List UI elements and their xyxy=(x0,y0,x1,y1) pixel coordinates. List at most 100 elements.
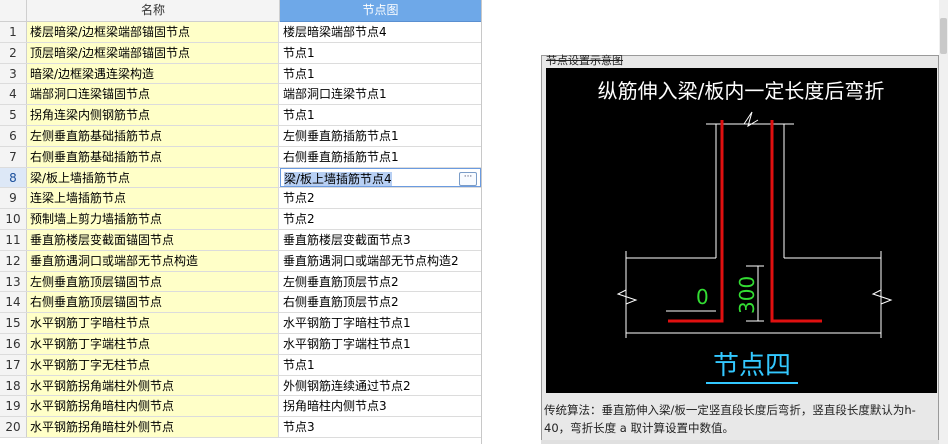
cell-name[interactable]: 楼层暗梁/边框梁端部锚固节点 xyxy=(27,22,279,42)
node-settings-table: 名称 节点图 1 楼层暗梁/边框梁端部锚固节点 楼层暗梁端部节点4 2 顶层暗梁/边框梁… xyxy=(0,0,482,444)
cell-name[interactable]: 端部洞口连梁锚固节点 xyxy=(27,84,279,105)
preview-panel-title: 节点设置示意图 xyxy=(546,54,623,67)
table-row[interactable]: 18 水平钢筋拐角端柱外侧节点 外侧钢筋连续通过节点2 xyxy=(0,375,481,397)
cell-name[interactable]: 水平钢筋丁字端柱节点 xyxy=(27,333,279,354)
cell-node[interactable]: 左侧垂直筋顶层节点2 xyxy=(280,272,481,292)
cell-node[interactable]: 右侧垂直筋插筋节点1 xyxy=(280,147,481,167)
row-number[interactable]: 16 xyxy=(0,333,27,354)
row-number[interactable]: 7 xyxy=(0,146,27,167)
browse-node-button[interactable]: ··· xyxy=(459,171,477,186)
node-label: 节点四 xyxy=(713,351,791,381)
table-row[interactable]: 10 预制墙上剪力墙插筋节点 节点2 xyxy=(0,209,481,230)
row-number[interactable]: 5 xyxy=(0,105,27,125)
table-body: 1 楼层暗梁/边框梁端部锚固节点 楼层暗梁端部节点4 2 顶层暗梁/边框梁端部锚固节点节… xyxy=(0,22,481,438)
dimension-left-label: 0 xyxy=(696,285,709,309)
row-number[interactable]: 1 xyxy=(0,22,27,42)
vertical-scrollbar[interactable] xyxy=(939,0,948,444)
column-header-name[interactable]: 名称 xyxy=(27,0,280,22)
cell-node[interactable]: 楼层暗梁端部节点4 xyxy=(280,22,481,42)
column-header-node[interactable]: 节点图 xyxy=(280,0,481,22)
table-row[interactable]: 16 水平钢筋丁字端柱节点 水平钢筋丁字端柱节点1 xyxy=(0,333,481,355)
cell-name[interactable]: 水平钢筋丁字暗柱节点 xyxy=(27,313,279,333)
row-number[interactable]: 10 xyxy=(0,209,27,229)
cell-name[interactable]: 垂直筋楼层变截面锚固节点 xyxy=(27,229,279,250)
cell-name[interactable]: 连梁上墙插筋节点 xyxy=(27,188,279,209)
cell-node[interactable]: 垂直筋楼层变截面节点3 xyxy=(280,230,481,250)
table-row[interactable]: 20 水平钢筋拐角暗柱外侧节点 节点3 xyxy=(0,417,481,438)
table-row[interactable]: 8 梁/板上墙插筋节点 梁/板上墙插筋节点4 ··· xyxy=(0,167,481,189)
cell-node[interactable]: 节点1 xyxy=(280,105,481,125)
cell-name[interactable]: 水平钢筋拐角暗柱外侧节点 xyxy=(27,417,279,437)
table-row[interactable]: 15 水平钢筋丁字暗柱节点 水平钢筋丁字暗柱节点1 xyxy=(0,313,481,334)
cell-name[interactable]: 右侧垂直筋顶层锚固节点 xyxy=(27,292,279,313)
row-number[interactable]: 14 xyxy=(0,292,27,313)
diagram-title: 纵筋伸入梁/板内一定长度后弯折 xyxy=(598,79,885,103)
cell-node[interactable]: 梁/板上墙插筋节点4 ··· xyxy=(280,167,481,188)
table-row[interactable]: 13 左侧垂直筋顶层锚固节点 左侧垂直筋顶层节点2 xyxy=(0,271,481,293)
row-number[interactable]: 15 xyxy=(0,313,27,333)
cell-name[interactable]: 水平钢筋丁字无柱节点 xyxy=(27,354,279,375)
table-row[interactable]: 11 垂直筋楼层变截面锚固节点 垂直筋楼层变截面节点3 xyxy=(0,229,481,251)
row-number[interactable]: 12 xyxy=(0,250,27,271)
table-row[interactable]: 6 左侧垂直筋基础插筋节点 左侧垂直筋插筋节点1 xyxy=(0,125,481,147)
cell-name[interactable]: 梁/板上墙插筋节点 xyxy=(27,167,279,188)
row-number[interactable]: 8 xyxy=(0,167,27,188)
cell-node[interactable]: 节点3 xyxy=(280,417,481,437)
cell-node[interactable]: 水平钢筋丁字暗柱节点1 xyxy=(280,313,481,333)
table-row[interactable]: 17 水平钢筋丁字无柱节点 节点1 xyxy=(0,354,481,376)
table-row[interactable]: 2 顶层暗梁/边框梁端部锚固节点 节点1 xyxy=(0,42,481,64)
horizontal-scrollbar[interactable] xyxy=(541,440,939,444)
cell-name[interactable]: 拐角连梁内侧钢筋节点 xyxy=(27,105,279,125)
cell-name[interactable]: 左侧垂直筋顶层锚固节点 xyxy=(27,271,279,292)
node-preview-panel: 节点设置示意图 纵筋伸入梁/板内一定长度后弯折 0 300 节点四 传统算法：垂… xyxy=(541,55,939,444)
row-number[interactable]: 11 xyxy=(0,229,27,250)
cell-name[interactable]: 水平钢筋拐角暗柱内侧节点 xyxy=(27,396,279,417)
node-diagram: 纵筋伸入梁/板内一定长度后弯折 0 300 节点四 xyxy=(598,79,893,384)
cell-name[interactable]: 左侧垂直筋基础插筋节点 xyxy=(27,125,279,146)
cell-name[interactable]: 垂直筋遇洞口或端部无节点构造 xyxy=(27,250,279,271)
cell-node[interactable]: 左侧垂直筋插筋节点1 xyxy=(280,126,481,146)
cell-node[interactable]: 外侧钢筋连续通过节点2 xyxy=(280,376,481,396)
cell-node[interactable]: 拐角暗柱内侧节点3 xyxy=(280,396,481,416)
cell-node[interactable]: 节点1 xyxy=(280,43,481,63)
cell-node[interactable]: 节点1 xyxy=(280,355,481,375)
row-number[interactable]: 18 xyxy=(0,375,27,396)
row-number[interactable]: 9 xyxy=(0,188,27,209)
cell-node[interactable]: 右侧垂直筋顶层节点2 xyxy=(280,292,481,312)
row-number[interactable]: 13 xyxy=(0,271,27,292)
row-number[interactable]: 17 xyxy=(0,354,27,375)
cell-name[interactable]: 水平钢筋拐角端柱外侧节点 xyxy=(27,375,279,396)
table-header: 名称 节点图 xyxy=(0,0,481,22)
node-description: 传统算法：垂直筋伸入梁/板一定竖直段长度后弯折，竖直段长度默认为h-40，弯折长… xyxy=(544,403,916,435)
cell-name[interactable]: 右侧垂直筋基础插筋节点 xyxy=(27,146,279,167)
row-number[interactable]: 2 xyxy=(0,42,27,63)
cell-node[interactable]: 节点2 xyxy=(280,188,481,208)
table-row[interactable]: 1 楼层暗梁/边框梁端部锚固节点 楼层暗梁端部节点4 xyxy=(0,22,481,43)
cell-node[interactable]: 水平钢筋丁字端柱节点1 xyxy=(280,334,481,354)
dimension-vertical-label: 300 xyxy=(735,276,759,314)
table-row[interactable]: 3 暗梁/边框梁遇连梁构造 节点1 xyxy=(0,63,481,85)
table-row[interactable]: 19 水平钢筋拐角暗柱内侧节点 拐角暗柱内侧节点3 xyxy=(0,396,481,418)
table-row[interactable]: 7 右侧垂直筋基础插筋节点 右侧垂直筋插筋节点1 xyxy=(0,146,481,168)
cell-node[interactable]: 端部洞口连梁节点1 xyxy=(280,84,481,104)
cell-name[interactable]: 预制墙上剪力墙插筋节点 xyxy=(27,209,279,229)
cell-node[interactable]: 垂直筋遇洞口或端部无节点构造2 xyxy=(280,251,481,271)
row-number[interactable]: 6 xyxy=(0,125,27,146)
node-diagram-canvas: 纵筋伸入梁/板内一定长度后弯折 0 300 节点四 xyxy=(546,68,937,393)
cell-node-value[interactable]: 梁/板上墙插筋节点4 xyxy=(284,171,392,186)
cell-name[interactable]: 顶层暗梁/边框梁端部锚固节点 xyxy=(27,42,279,63)
cell-node[interactable]: 节点1 xyxy=(280,64,481,84)
row-number[interactable]: 19 xyxy=(0,396,27,417)
table-row[interactable]: 14 右侧垂直筋顶层锚固节点 右侧垂直筋顶层节点2 xyxy=(0,292,481,314)
table-row[interactable]: 5 拐角连梁内侧钢筋节点 节点1 xyxy=(0,105,481,126)
cell-node[interactable]: 节点2 xyxy=(280,209,481,229)
table-row[interactable]: 4 端部洞口连梁锚固节点 端部洞口连梁节点1 xyxy=(0,84,481,106)
scrollbar-thumb[interactable] xyxy=(940,18,947,54)
table-row[interactable]: 9 连梁上墙插筋节点 节点2 xyxy=(0,188,481,210)
row-number[interactable]: 4 xyxy=(0,84,27,105)
row-number[interactable]: 20 xyxy=(0,417,27,437)
table-row[interactable]: 12 垂直筋遇洞口或端部无节点构造 垂直筋遇洞口或端部无节点构造2 xyxy=(0,250,481,272)
header-corner xyxy=(0,0,27,22)
row-number[interactable]: 3 xyxy=(0,63,27,84)
cell-name[interactable]: 暗梁/边框梁遇连梁构造 xyxy=(27,63,279,84)
